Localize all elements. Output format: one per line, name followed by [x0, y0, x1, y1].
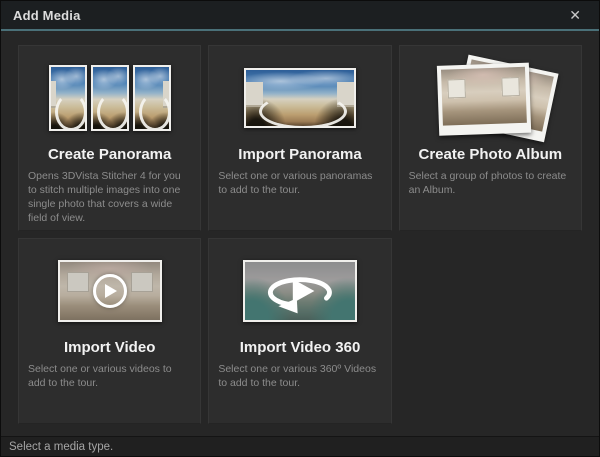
panorama-image	[93, 67, 127, 129]
import-panorama-thumbnail	[209, 57, 390, 139]
window-shape	[131, 272, 153, 292]
card-description: Select a group of photos to create an Al…	[400, 163, 581, 197]
window-shape	[67, 272, 89, 292]
card-title: Create Panorama	[19, 146, 200, 163]
status-bar: Select a media type.	[1, 436, 599, 456]
building-shape	[51, 81, 56, 108]
dialog-titlebar: Add Media ✕	[1, 1, 599, 31]
close-icon[interactable]: ✕	[563, 6, 587, 24]
play-icon	[93, 274, 127, 308]
panorama-image	[51, 67, 85, 129]
card-import-video[interactable]: Import Video Select one or various video…	[18, 238, 201, 424]
interior-image	[441, 67, 527, 126]
add-media-dialog: Add Media ✕ Create Panorama Opens 3DVist…	[0, 0, 600, 457]
card-title: Import Panorama	[209, 146, 390, 163]
video-360-photo-frame	[243, 260, 357, 322]
card-description: Select one or various 360º Videos to add…	[209, 356, 390, 390]
create-panorama-thumbnail	[19, 57, 200, 139]
dialog-title: Add Media	[13, 8, 81, 23]
building-shape	[337, 82, 354, 107]
panorama-photo-frame	[244, 68, 356, 128]
window-shape	[448, 79, 467, 99]
building-shape	[246, 82, 263, 107]
card-title: Create Photo Album	[400, 146, 581, 163]
panorama-image	[246, 70, 354, 126]
panorama-photo-frame	[49, 65, 87, 131]
card-import-panorama[interactable]: Import Panorama Select one or various pa…	[208, 45, 391, 231]
building-shape	[163, 81, 168, 108]
panorama-photo-frame	[133, 65, 171, 131]
panorama-photo-frame	[91, 65, 129, 131]
card-description: Select one or various panoramas to add t…	[209, 163, 390, 197]
polaroid-photo-front	[437, 63, 531, 136]
status-text: Select a media type.	[9, 441, 113, 453]
video-photo-frame	[58, 260, 162, 322]
photo-album-thumbnail	[400, 57, 581, 139]
card-title: Import Video	[19, 339, 200, 356]
card-title: Import Video 360	[209, 339, 390, 356]
card-create-photo-album[interactable]: Create Photo Album Select a group of pho…	[399, 45, 582, 231]
card-description: Select one or various videos to add to t…	[19, 356, 200, 390]
card-create-panorama[interactable]: Create Panorama Opens 3DVista Stitcher 4…	[18, 45, 201, 231]
rotate-play-icon	[252, 262, 348, 320]
media-card-grid: Create Panorama Opens 3DVista Stitcher 4…	[1, 31, 599, 424]
panorama-image	[135, 67, 169, 129]
import-video-360-thumbnail	[209, 250, 390, 332]
card-description: Opens 3DVista Stitcher 4 for you to stit…	[19, 163, 200, 225]
window-shape	[501, 77, 520, 97]
import-video-thumbnail	[19, 250, 200, 332]
card-import-video-360[interactable]: Import Video 360 Select one or various 3…	[208, 238, 391, 424]
